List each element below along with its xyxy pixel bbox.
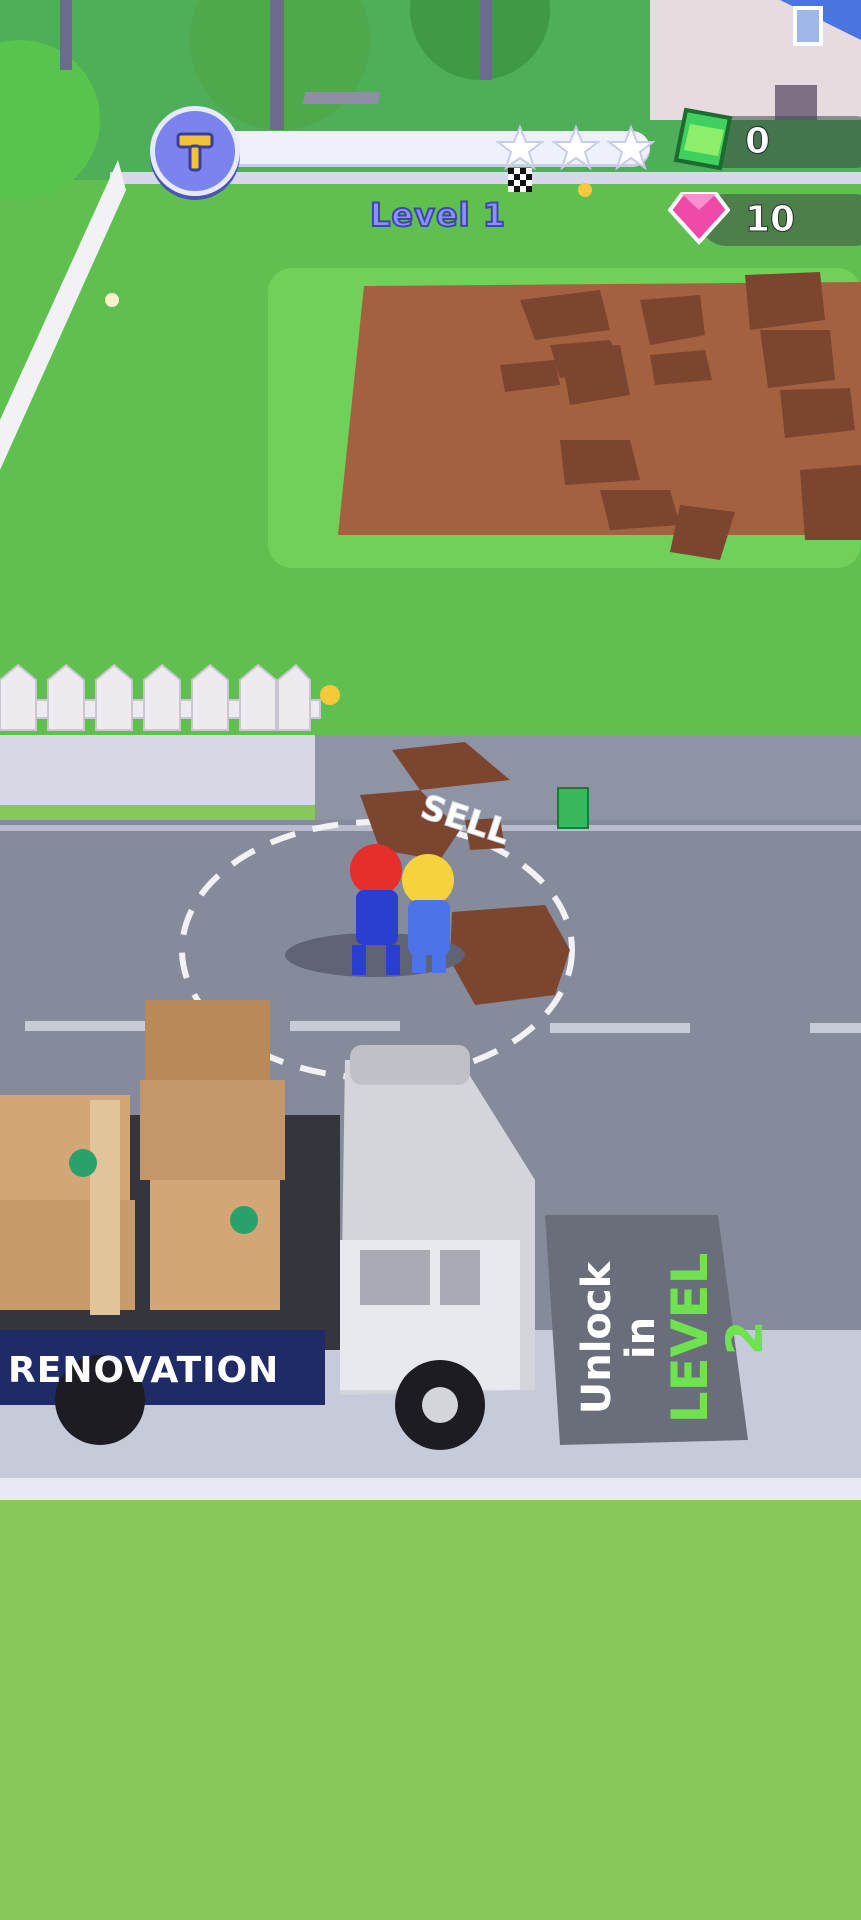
tree-trunk xyxy=(60,0,72,70)
flower xyxy=(105,293,119,307)
hammer-icon xyxy=(176,132,214,172)
tree-trunk xyxy=(270,0,284,130)
level-label: Level 1 xyxy=(369,195,507,235)
tree-trunk xyxy=(480,0,492,80)
flower xyxy=(578,183,592,197)
bench xyxy=(302,92,381,104)
hammer-badge xyxy=(150,106,240,196)
curb xyxy=(0,1478,861,1500)
flower xyxy=(320,685,340,705)
unlock-line1: Unlock in xyxy=(574,1261,664,1415)
cash-stack xyxy=(557,787,589,829)
unlock-text: Unlock in LEVEL 2 xyxy=(574,1248,774,1428)
cash-icon xyxy=(673,107,733,171)
house-door xyxy=(775,85,817,120)
game-scene xyxy=(0,0,861,1920)
checkered-flag-icon xyxy=(508,168,532,192)
progress-star-2-icon xyxy=(552,124,600,171)
progress-star-3-icon xyxy=(607,124,655,171)
gem-count: 10 xyxy=(744,199,796,241)
unlock-level-label: LEVEL 2 xyxy=(661,1252,774,1424)
sidewalk xyxy=(0,735,315,805)
truck-label: RENOVATION xyxy=(8,1350,280,1391)
house-window xyxy=(793,6,823,46)
cash-count: 0 xyxy=(744,121,771,163)
gem-icon xyxy=(668,192,730,245)
progress-star-1-icon xyxy=(496,124,544,171)
